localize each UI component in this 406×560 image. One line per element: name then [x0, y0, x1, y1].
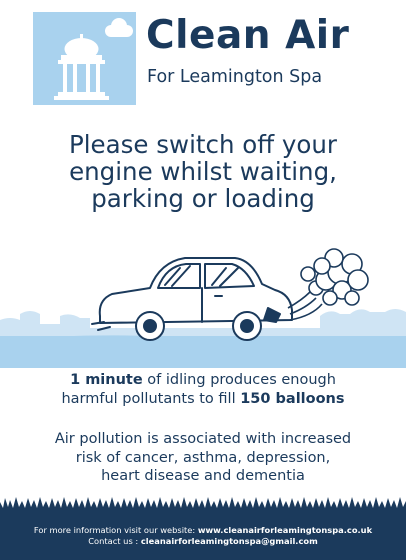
exhaust-smoke-icon	[287, 248, 369, 321]
cloud-icon	[105, 18, 133, 37]
logo-badge	[33, 12, 136, 105]
headline-line: parking or loading	[91, 184, 315, 213]
health-risk-fact: Air pollution is associated with increas…	[20, 430, 386, 486]
pollutant-text: harmful pollutants to fill	[61, 391, 241, 407]
headline-line: Please switch off your	[68, 130, 338, 159]
headline: Please switch off your engine whilst wai…	[30, 131, 376, 212]
health-line: Air pollution is associated with increas…	[54, 431, 352, 447]
balloon-count: 150 balloons	[240, 391, 345, 407]
brand-subtitle: For Leamington Spa	[147, 67, 323, 87]
website-link[interactable]: www.cleanairforleamingtonspa.co.uk	[198, 525, 372, 535]
pavilion-icon	[54, 18, 133, 100]
email-link[interactable]: cleanairforleamingtonspa@gmail.com	[141, 536, 318, 546]
brand-title: Clean Air	[146, 13, 350, 58]
contact-prefix: Contact us :	[88, 536, 141, 546]
clean-air-poster: Clean Air For Leamington Spa Please swit…	[0, 0, 406, 560]
idling-fact: 1 minute of idling produces enough harmf…	[20, 371, 386, 409]
grass-silhouette	[0, 496, 406, 510]
car-illustration	[91, 257, 293, 341]
headline-line: engine whilst waiting,	[69, 157, 337, 186]
idling-text: of idling produces enough	[142, 372, 336, 388]
idling-duration: 1 minute	[70, 372, 143, 388]
footer-contact-line: Contact us : cleanairforleamingtonspa@gm…	[0, 536, 406, 546]
health-line: heart disease and dementia	[101, 468, 305, 484]
car-scene-illustration	[0, 248, 406, 368]
footer-website-line: For more information visit our website: …	[0, 525, 406, 535]
health-line: risk of cancer, asthma, depression,	[75, 449, 331, 466]
website-prefix: For more information visit our website:	[33, 525, 198, 535]
